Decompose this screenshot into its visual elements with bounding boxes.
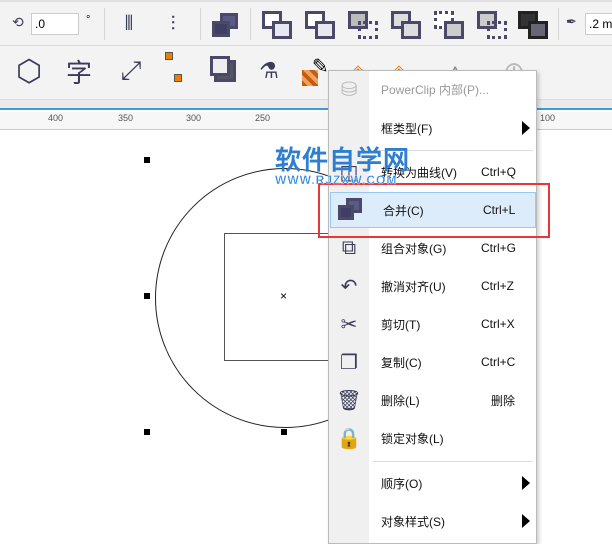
ruler-label: 100 — [540, 113, 556, 123]
menu-label: 剪切(T) — [381, 317, 421, 332]
divider — [200, 8, 201, 40]
intersect-icon[interactable] — [348, 11, 380, 41]
menu-separator — [373, 461, 533, 462]
menu-separator — [373, 150, 533, 151]
ruler-label: 400 — [48, 113, 64, 123]
submenu-arrow-icon — [522, 121, 530, 135]
menu-item-delete[interactable]: 🗑 删除(L) 删除 — [329, 382, 536, 418]
convert-curve-icon: ◫ — [339, 161, 359, 184]
menu-label: 转换为曲线(V) — [381, 165, 457, 180]
trim-icon[interactable] — [305, 11, 337, 41]
menu-label: 删除(L) — [381, 393, 420, 408]
trash-icon: 🗑 — [336, 389, 362, 412]
menu-label: 复制(C) — [381, 355, 422, 370]
ruler-label: 250 — [255, 113, 271, 123]
menu-item-powerclip[interactable]: ⛁ PowerClip 内部(P)... — [329, 71, 536, 107]
property-bar: ⟲ ° ⫴ ⫶ ✒ — [0, 0, 612, 46]
menu-item-cut[interactable]: ✂ 剪切(T) Ctrl+X — [329, 306, 536, 342]
ruler-label: 300 — [186, 113, 202, 123]
drop-shadow-tool-icon[interactable] — [210, 56, 240, 86]
menu-shortcut: Ctrl+Q — [481, 165, 517, 179]
weld-icon[interactable] — [262, 11, 294, 41]
menu-item-copy[interactable]: ❐ 复制(C) Ctrl+C — [329, 344, 536, 380]
combine-icon[interactable] — [212, 13, 240, 39]
back-minus-front-icon[interactable] — [477, 11, 509, 41]
mirror-vertical-icon[interactable]: ⫶ — [158, 10, 188, 38]
menu-shortcut: Ctrl+Z — [481, 279, 514, 293]
submenu-arrow-icon — [522, 514, 530, 528]
menu-item-undo-align[interactable]: ↶ 撤消对齐(U) Ctrl+Z — [329, 268, 536, 304]
menu-item-order[interactable]: 顺序(O) — [329, 465, 536, 501]
menu-label: 对象样式(S) — [381, 514, 445, 529]
rotation-input[interactable] — [31, 13, 79, 35]
dimension-tool-icon[interactable]: ⤢ — [114, 54, 148, 88]
menu-item-object-styles[interactable]: 对象样式(S) — [329, 503, 536, 539]
front-minus-back-icon[interactable] — [434, 11, 466, 41]
divider — [558, 8, 559, 40]
copy-icon: ❐ — [340, 351, 358, 374]
menu-label: PowerClip 内部(P)... — [381, 82, 490, 97]
menu-label: 撤消对齐(U) — [381, 279, 446, 294]
mirror-horizontal-icon[interactable]: ⫴ — [114, 10, 144, 38]
menu-label: 锁定对象(L) — [381, 431, 444, 446]
selection-handle[interactable] — [144, 293, 150, 299]
menu-label: 组合对象(G) — [381, 241, 447, 256]
rotate-icon: ⟲ — [12, 14, 24, 30]
powerclip-icon: ⛁ — [340, 78, 358, 101]
scissors-icon: ✂ — [340, 313, 358, 336]
selection-handle[interactable] — [144, 429, 150, 435]
polygon-tool-icon[interactable]: ⬡ — [12, 54, 46, 88]
selection-handle[interactable] — [281, 429, 287, 435]
selection-handle[interactable] — [144, 157, 150, 163]
simplify-icon[interactable] — [391, 11, 423, 41]
group-icon: ⧉ — [341, 236, 357, 259]
menu-label: 框类型(F) — [381, 121, 433, 136]
text-tool-icon[interactable]: 字 — [62, 54, 96, 88]
boundary-icon[interactable] — [518, 11, 550, 41]
pen-nib-icon: ✒ — [566, 14, 577, 29]
menu-label: 顺序(O) — [381, 476, 423, 491]
menu-shortcut: Ctrl+X — [481, 317, 515, 331]
outline-width-input[interactable] — [585, 13, 612, 35]
menu-shortcut: 删除 — [491, 393, 516, 408]
divider — [104, 8, 105, 40]
context-menu: ⛁ PowerClip 内部(P)... 框类型(F) ◫ 转换为曲线(V) Ctrl… — [328, 70, 537, 544]
menu-shortcut: Ctrl+C — [481, 355, 516, 369]
undo-icon: ↶ — [340, 275, 358, 298]
divider — [250, 8, 251, 40]
connector-tool-icon[interactable] — [162, 52, 192, 88]
transparency-tool-icon[interactable]: ⚗ — [252, 54, 286, 88]
lock-icon: 🔒 — [336, 427, 362, 450]
ruler-label: 350 — [118, 113, 134, 123]
menu-item-lock[interactable]: 🔒 锁定对象(L) — [329, 420, 536, 456]
menu-shortcut: Ctrl+G — [481, 241, 517, 255]
menu-item-frame-type[interactable]: 框类型(F) — [329, 110, 536, 146]
degree-symbol: ° — [86, 14, 91, 26]
submenu-arrow-icon — [522, 476, 530, 490]
center-mark: × — [280, 289, 288, 303]
highlight-annotation-box — [318, 183, 550, 238]
